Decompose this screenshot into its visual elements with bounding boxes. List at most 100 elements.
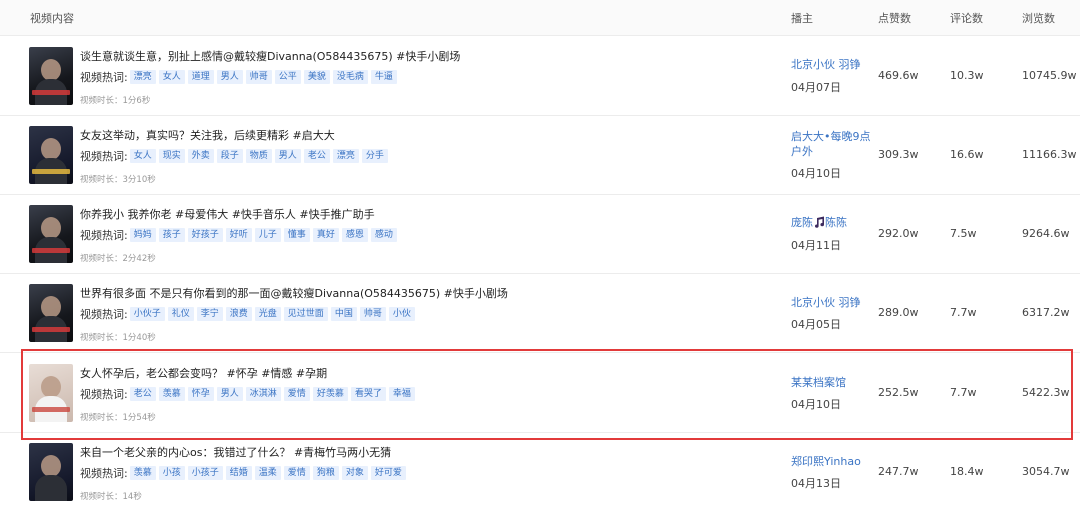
hot-word-tag[interactable]: 没毛病 (332, 70, 368, 84)
hot-word-tag[interactable]: 好孩子 (187, 228, 223, 242)
hot-word-tag[interactable]: 帅哥 (359, 307, 386, 321)
publish-date: 04月13日 (791, 477, 841, 490)
hot-word-tag[interactable]: 分手 (361, 149, 388, 163)
tags-label: 视频热词: (80, 388, 128, 401)
video-thumbnail[interactable] (29, 47, 73, 105)
hot-word-tag[interactable]: 漂亮 (332, 149, 359, 163)
hot-word-tag[interactable]: 妈妈 (129, 228, 156, 242)
hot-word-tag[interactable]: 怀孕 (187, 387, 214, 401)
author-link[interactable]: 北京小伙 羽铮 (791, 57, 871, 72)
table-row[interactable]: 女友这举动，真实吗？关注我，后续更精彩 #启大大 视频热词: 女人 现实 外卖 … (0, 116, 1080, 195)
column-header-comments[interactable]: 评论数 (950, 10, 983, 26)
table-row[interactable]: 谈生意就谈生意，别扯上感情@戴较瘦Divanna(O584435675) #快手… (0, 37, 1080, 116)
table-row[interactable]: 你养我小 我养你老 #母爱伟大 #快手音乐人 #快手推广助手 视频热词: 妈妈 … (0, 195, 1080, 274)
hot-word-tag[interactable]: 李宁 (196, 307, 223, 321)
column-header-views[interactable]: 浏览数 (1022, 10, 1055, 26)
hot-word-tag[interactable]: 帅哥 (245, 70, 272, 84)
video-thumbnail[interactable] (29, 205, 73, 263)
video-title[interactable]: 女友这举动，真实吗？关注我，后续更精彩 #启大大 (80, 127, 335, 143)
hot-word-tag[interactable]: 美貌 (303, 70, 330, 84)
publish-date: 04月10日 (791, 398, 841, 411)
hot-word-tag[interactable]: 中国 (330, 307, 357, 321)
hot-word-tag[interactable]: 牛逼 (370, 70, 397, 84)
video-thumbnail[interactable] (29, 126, 73, 184)
publish-date: 04月07日 (791, 81, 841, 94)
hot-word-tag[interactable]: 外卖 (187, 149, 214, 163)
hot-word-tag[interactable]: 礼仪 (167, 307, 194, 321)
video-thumbnail[interactable] (29, 443, 73, 501)
hot-word-tag[interactable]: 好羡慕 (312, 387, 348, 401)
publish-date: 04月11日 (791, 239, 841, 252)
hot-word-tag[interactable]: 看哭了 (350, 387, 386, 401)
video-title[interactable]: 女人怀孕后，老公都会变吗？ #怀孕 #情感 #孕期 (80, 365, 327, 381)
hot-word-tag[interactable]: 好可爱 (370, 466, 406, 480)
hot-word-tag[interactable]: 爱情 (283, 466, 310, 480)
video-title[interactable]: 来自一个老父亲的内心os：我错过了什么？ #青梅竹马两小无猜 (80, 444, 391, 460)
tag-list: 视频热词: 小伙子 礼仪 李宁 浪费 光盘 见过世面 中国 帅哥 小伙 (80, 306, 418, 322)
hot-word-tag[interactable]: 结婚 (225, 466, 252, 480)
table-row[interactable]: 来自一个老父亲的内心os：我错过了什么？ #青梅竹马两小无猜 视频热词: 羡慕 … (0, 433, 1080, 512)
author-link[interactable]: 某某档案馆 (791, 375, 871, 390)
video-thumbnail[interactable] (29, 284, 73, 342)
hot-word-tag[interactable]: 幸福 (388, 387, 415, 401)
hot-word-tag[interactable]: 小孩子 (187, 466, 223, 480)
author-name-part: 庞陈 (791, 216, 813, 229)
video-title[interactable]: 谈生意就谈生意，别扯上感情@戴较瘦Divanna(O584435675) #快手… (80, 48, 460, 64)
table-row[interactable]: 女人怀孕后，老公都会变吗？ #怀孕 #情感 #孕期 视频热词: 老公 羡慕 怀孕… (0, 354, 1080, 433)
hot-word-tag[interactable]: 老公 (303, 149, 330, 163)
hot-word-tag[interactable]: 冰淇淋 (245, 387, 281, 401)
hot-word-tag[interactable]: 女人 (158, 70, 185, 84)
author-link[interactable]: 郑印熙Yinhao (791, 454, 871, 469)
hot-word-tag[interactable]: 羡慕 (158, 387, 185, 401)
hot-word-tag[interactable]: 浪费 (225, 307, 252, 321)
video-title[interactable]: 你养我小 我养你老 #母爱伟大 #快手音乐人 #快手推广助手 (80, 206, 375, 222)
like-count: 252.5w (878, 386, 919, 399)
hot-word-tag[interactable]: 见过世面 (283, 307, 328, 321)
column-header-author[interactable]: 播主 (791, 10, 813, 26)
hot-word-tag[interactable]: 老公 (129, 387, 156, 401)
hot-word-tag[interactable]: 狗粮 (312, 466, 339, 480)
hot-word-tag[interactable]: 孩子 (158, 228, 185, 242)
hot-word-tag[interactable]: 小伙 (388, 307, 415, 321)
thumbnail-figure (41, 455, 61, 477)
hot-word-tag[interactable]: 好听 (225, 228, 252, 242)
tag-list: 视频热词: 老公 羡慕 怀孕 男人 冰淇淋 爱情 好羡慕 看哭了 幸福 (80, 386, 418, 402)
view-count: 3054.7w (1022, 465, 1070, 478)
column-header-likes[interactable]: 点赞数 (878, 10, 911, 26)
hot-word-tag[interactable]: 感动 (370, 228, 397, 242)
hot-word-tag[interactable]: 儿子 (254, 228, 281, 242)
hot-word-tag[interactable]: 公平 (274, 70, 301, 84)
hot-word-tag[interactable]: 漂亮 (129, 70, 156, 84)
hot-word-tag[interactable]: 男人 (216, 387, 243, 401)
hot-word-tag[interactable]: 男人 (274, 149, 301, 163)
hot-word-tag[interactable]: 懂事 (283, 228, 310, 242)
hot-word-tag[interactable]: 物质 (245, 149, 272, 163)
hot-word-tag[interactable]: 男人 (216, 70, 243, 84)
hot-word-tag[interactable]: 对象 (341, 466, 368, 480)
author-link[interactable]: 启大大•每晚9点户外 (791, 129, 871, 159)
hot-word-tag[interactable]: 道理 (187, 70, 214, 84)
view-count: 11166.3w (1022, 148, 1077, 161)
hot-word-tag[interactable]: 真好 (312, 228, 339, 242)
comment-count: 7.7w (950, 306, 977, 319)
author-link[interactable]: 北京小伙 羽铮 (791, 295, 871, 310)
thumbnail-caption (32, 407, 70, 412)
tag-list: 视频热词: 妈妈 孩子 好孩子 好听 儿子 懂事 真好 感恩 感动 (80, 227, 400, 243)
column-header-content[interactable]: 视频内容 (30, 10, 74, 26)
video-title[interactable]: 世界有很多面 不是只有你看到的那一面@戴较瘦Divanna(O584435675… (80, 285, 508, 301)
hot-word-tag[interactable]: 女人 (129, 149, 156, 163)
hot-word-tag[interactable]: 温柔 (254, 466, 281, 480)
hot-word-tag[interactable]: 爱情 (283, 387, 310, 401)
hot-word-tag[interactable]: 小孩 (158, 466, 185, 480)
hot-word-tag[interactable]: 光盘 (254, 307, 281, 321)
table-row[interactable]: 世界有很多面 不是只有你看到的那一面@戴较瘦Divanna(O584435675… (0, 274, 1080, 353)
author-link[interactable]: 庞陈 陈陈 (791, 215, 871, 230)
hot-word-tag[interactable]: 现实 (158, 149, 185, 163)
hot-word-tag[interactable]: 感恩 (341, 228, 368, 242)
hot-word-tag[interactable]: 羡慕 (129, 466, 156, 480)
hot-word-tag[interactable]: 段子 (216, 149, 243, 163)
video-thumbnail[interactable] (29, 364, 73, 422)
comment-count: 18.4w (950, 465, 984, 478)
tag-list: 视频热词: 女人 现实 外卖 段子 物质 男人 老公 漂亮 分手 (80, 148, 391, 164)
hot-word-tag[interactable]: 小伙子 (129, 307, 165, 321)
